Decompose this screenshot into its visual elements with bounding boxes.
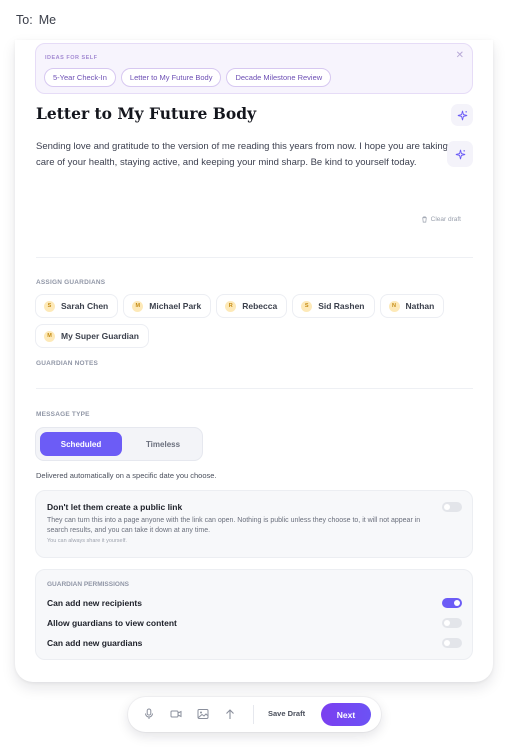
permissions-label: GUARDIAN PERMISSIONS bbox=[47, 581, 129, 588]
permission-label: Allow guardians to view content bbox=[47, 618, 177, 628]
avatar: R bbox=[225, 300, 237, 312]
permission-toggle-add-guardians[interactable] bbox=[442, 638, 462, 648]
guardian-name: My Super Guardian bbox=[61, 331, 139, 341]
public-link-note: You can always share it yourself. bbox=[47, 538, 127, 544]
guardian-name: Michael Park bbox=[149, 301, 202, 311]
guardian-chip[interactable]: N Nathan bbox=[379, 294, 445, 318]
avatar: M bbox=[132, 300, 144, 312]
image-icon[interactable] bbox=[196, 707, 210, 721]
save-draft-button[interactable]: Save Draft bbox=[268, 709, 305, 718]
close-icon[interactable]: ✕ bbox=[456, 50, 464, 61]
permission-toggle-view-content[interactable] bbox=[442, 618, 462, 628]
guardian-chip[interactable]: M My Super Guardian bbox=[35, 324, 149, 348]
permission-label: Can add new recipients bbox=[47, 598, 142, 608]
public-link-toggle[interactable] bbox=[442, 502, 462, 512]
avatar: N bbox=[388, 300, 400, 312]
guardian-name: Rebecca bbox=[242, 301, 278, 311]
to-label: To: bbox=[16, 13, 33, 27]
guardian-name: Sid Rashen bbox=[318, 301, 365, 311]
guardian-chip[interactable]: S Sarah Chen bbox=[35, 294, 119, 318]
idea-chip[interactable]: Decade Milestone Review bbox=[226, 68, 332, 87]
public-link-description: They can turn this into a page anyone wi… bbox=[47, 517, 421, 534]
avatar: S bbox=[44, 300, 55, 312]
divider bbox=[36, 257, 473, 258]
guardian-chip[interactable]: M Michael Park bbox=[123, 294, 212, 318]
compose-card: IDEAS FOR SELF ✕ 5-Year Check-In Letter … bbox=[15, 40, 493, 682]
idea-chips: 5-Year Check-In Letter to My Future Body… bbox=[44, 68, 332, 87]
dock-separator bbox=[253, 705, 254, 724]
guardian-chip[interactable]: S Sid Rashen bbox=[292, 294, 375, 318]
video-icon[interactable] bbox=[169, 707, 183, 721]
ideas-title: IDEAS FOR SELF bbox=[45, 55, 98, 61]
guardian-notes-label: GUARDIAN NOTES bbox=[36, 360, 99, 367]
sparkle-icon bbox=[455, 149, 465, 159]
ai-sparkle-body-button[interactable] bbox=[447, 141, 473, 167]
guardian-name: Nathan bbox=[405, 301, 435, 311]
message-type-description: Delivered automatically on a specific da… bbox=[36, 471, 217, 480]
timeless-option[interactable]: Timeless bbox=[126, 432, 200, 456]
recipient-row: To: Me bbox=[16, 13, 62, 27]
upload-icon[interactable] bbox=[223, 707, 237, 721]
recipient-value[interactable]: Me bbox=[39, 13, 56, 27]
letter-title[interactable]: Letter to My Future Body bbox=[36, 104, 256, 123]
guardian-chip[interactable]: R Rebecca bbox=[216, 294, 288, 318]
sparkle-icon bbox=[457, 110, 467, 120]
ideas-panel: IDEAS FOR SELF ✕ 5-Year Check-In Letter … bbox=[35, 43, 473, 94]
public-link-title: Don't let them create a public link bbox=[47, 502, 183, 512]
permission-label: Can add new guardians bbox=[47, 638, 143, 648]
bottom-action-dock: Save Draft Next bbox=[128, 697, 381, 732]
assign-guardians-label: ASSIGN GUARDIANS bbox=[36, 279, 106, 286]
clear-draft-label: Clear draft bbox=[430, 216, 461, 223]
guardian-list: S Sarah Chen M Michael Park R Rebecca S Sid … bbox=[35, 294, 475, 348]
microphone-icon[interactable] bbox=[142, 707, 156, 721]
permission-toggle-add-recipients[interactable] bbox=[442, 598, 462, 608]
public-link-panel: Don't let them create a public link They… bbox=[35, 490, 473, 558]
next-button[interactable]: Next bbox=[321, 703, 371, 726]
idea-chip[interactable]: 5-Year Check-In bbox=[44, 68, 116, 87]
letter-body[interactable]: Sending love and gratitude to the versio… bbox=[36, 139, 448, 170]
message-type-label: MESSAGE TYPE bbox=[36, 411, 90, 418]
avatar: S bbox=[301, 300, 313, 312]
ai-sparkle-title-button[interactable] bbox=[451, 104, 473, 126]
divider bbox=[36, 388, 473, 389]
clear-draft-button[interactable]: Clear draft bbox=[421, 216, 461, 223]
guardian-permissions-panel: GUARDIAN PERMISSIONS Can add new recipie… bbox=[35, 569, 473, 660]
avatar: M bbox=[44, 330, 55, 342]
scheduled-option[interactable]: Scheduled bbox=[40, 432, 122, 456]
guardian-name: Sarah Chen bbox=[61, 301, 109, 311]
message-type-toggle: Scheduled Timeless bbox=[35, 427, 203, 461]
trash-icon bbox=[421, 216, 427, 223]
idea-chip[interactable]: Letter to My Future Body bbox=[120, 68, 222, 87]
